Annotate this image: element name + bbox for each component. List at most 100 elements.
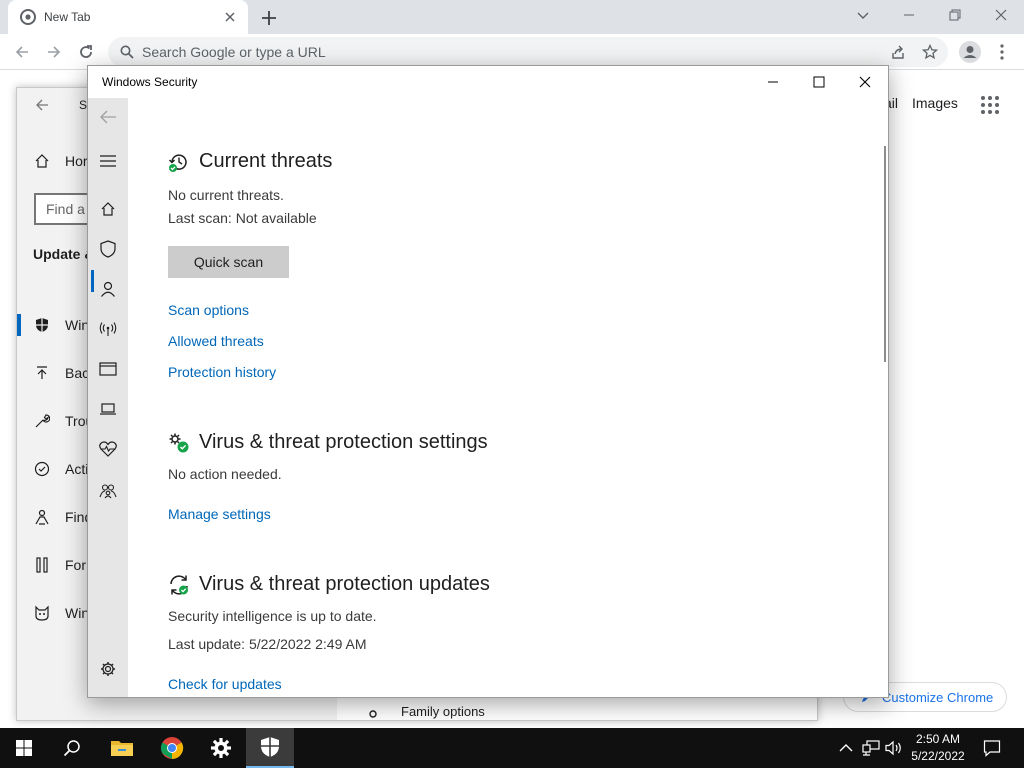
account-icon[interactable]	[98, 279, 118, 299]
settings-nav-home[interactable]: Hor	[33, 152, 88, 170]
profile-avatar-icon[interactable]	[958, 40, 982, 64]
chrome-logo-icon	[160, 737, 184, 760]
settings-back-icon[interactable]	[35, 98, 49, 112]
settings-gear-icon[interactable]	[98, 659, 118, 679]
vertical-scrollbar[interactable]	[884, 146, 886, 362]
update-refresh-icon	[170, 574, 188, 595]
protection-history-link[interactable]: Protection history	[168, 364, 276, 380]
ws-titlebar: Windows Security	[88, 66, 888, 98]
family-icon	[369, 710, 377, 718]
images-link[interactable]: Images	[912, 95, 958, 111]
settings-nav-for-developers[interactable]: For	[33, 556, 86, 574]
close-tab-icon[interactable]	[222, 9, 238, 25]
family-icon[interactable]	[98, 481, 118, 501]
settings-gears-icon	[169, 433, 189, 452]
search-icon	[63, 740, 80, 757]
settings-selected-indicator	[17, 314, 21, 336]
settings-nav-activation[interactable]: Acti	[33, 460, 88, 478]
allowed-threats-link[interactable]: Allowed threats	[168, 333, 264, 349]
omnibox[interactable]: Search Google or type a URL	[108, 37, 948, 67]
tab-search-icon[interactable]	[840, 0, 886, 30]
hamburger-menu-icon[interactable]	[98, 151, 118, 171]
app-browser-icon[interactable]	[98, 359, 118, 379]
bookmark-star-icon[interactable]	[922, 44, 938, 60]
reload-icon[interactable]	[76, 42, 96, 62]
close-icon	[859, 76, 871, 88]
start-button[interactable]	[0, 728, 48, 768]
chrome-menu-icon[interactable]	[992, 42, 1012, 62]
taskbar-windows-security[interactable]	[246, 728, 294, 768]
shield-icon	[33, 316, 51, 334]
back-arrow-icon[interactable]	[98, 107, 118, 127]
maximize-icon	[813, 76, 825, 88]
chrome-tab[interactable]: New Tab	[8, 0, 248, 34]
new-tab-icon[interactable]	[258, 7, 280, 29]
settings-nav-windows-security[interactable]: Win	[33, 316, 89, 334]
taskbar: 2:50 AM 5/22/2022	[0, 728, 1024, 768]
check-circle-icon	[33, 460, 51, 478]
forward-icon[interactable]	[44, 42, 64, 62]
clock-date: 5/22/2022	[911, 749, 965, 763]
device-security-icon[interactable]	[98, 399, 118, 419]
section-title: Virus & threat protection updates	[199, 573, 490, 595]
section-title: Current threats	[199, 150, 333, 172]
backup-arrow-icon	[33, 364, 51, 382]
settings-nav-find-my-device[interactable]: Find	[33, 508, 92, 526]
settings-status: No action needed.	[168, 466, 282, 482]
scan-options-link[interactable]: Scan options	[168, 302, 249, 318]
back-icon[interactable]	[12, 42, 32, 62]
taskbar-settings[interactable]	[197, 728, 245, 768]
settings-nav-label: Hor	[65, 153, 88, 169]
health-heart-icon[interactable]	[98, 439, 118, 459]
home-icon[interactable]	[98, 199, 118, 219]
clock-time: 2:50 AM	[915, 732, 961, 746]
section-title: Virus & threat protection settings	[199, 431, 488, 453]
family-options-label: Family options	[401, 703, 485, 719]
close-button[interactable]	[842, 66, 888, 98]
windows-logo-icon	[16, 740, 32, 756]
google-apps-icon[interactable]	[980, 95, 1000, 115]
show-hidden-icons-chevron-icon[interactable]	[836, 738, 856, 758]
last-update-text: Last update: 5/22/2022 2:49 AM	[168, 636, 367, 652]
shield-icon[interactable]	[98, 239, 118, 259]
protection-updates-header: Virus & threat protection updates	[168, 573, 490, 596]
manage-settings-link[interactable]: Manage settings	[168, 506, 271, 522]
threat-history-icon	[168, 153, 187, 172]
person-location-icon	[33, 508, 51, 526]
quick-scan-button[interactable]: Quick scan	[168, 246, 289, 278]
chrome-tabstrip: New Tab	[0, 0, 1024, 34]
ws-sidebar	[88, 98, 128, 697]
action-center-notification-icon[interactable]	[982, 738, 1002, 758]
tab-title: New Tab	[44, 10, 91, 24]
maximize-button[interactable]	[796, 66, 842, 98]
taskbar-search-button[interactable]	[48, 728, 96, 768]
chrome-restore-icon[interactable]	[932, 0, 978, 30]
chrome-favicon-icon	[20, 9, 36, 25]
omnibox-placeholder: Search Google or type a URL	[142, 44, 326, 60]
taskbar-file-explorer[interactable]	[98, 728, 146, 768]
network-icon[interactable]	[861, 738, 881, 758]
family-options-item[interactable]: Family options	[363, 701, 485, 720]
taskbar-chrome[interactable]	[148, 728, 196, 768]
customize-chrome-label: Customize Chrome	[882, 689, 994, 705]
chrome-minimize-icon[interactable]	[886, 0, 932, 30]
share-icon[interactable]	[890, 44, 906, 60]
wrench-icon	[33, 412, 51, 430]
settings-nav-label: Win	[65, 605, 90, 621]
volume-icon[interactable]	[884, 738, 904, 758]
minimize-button[interactable]	[750, 66, 796, 98]
shield-icon	[261, 737, 279, 757]
windows-security-window: Windows Security Current threats No curr…	[87, 65, 889, 698]
settings-nav-troubleshoot[interactable]: Trou	[33, 412, 93, 430]
home-icon	[33, 152, 51, 170]
chrome-close-icon[interactable]	[978, 0, 1024, 30]
settings-nav-label: Win	[65, 317, 90, 333]
settings-nav-label: For	[65, 557, 86, 573]
firewall-network-icon[interactable]	[98, 319, 118, 339]
folder-icon	[111, 741, 133, 756]
settings-nav-windows-insider[interactable]: Win	[33, 604, 89, 622]
protection-settings-header: Virus & threat protection settings	[168, 431, 488, 454]
check-for-updates-link[interactable]: Check for updates	[168, 676, 282, 692]
taskbar-clock[interactable]: 2:50 AM 5/22/2022	[904, 731, 972, 765]
last-scan-text: Last scan: Not available	[168, 210, 317, 226]
